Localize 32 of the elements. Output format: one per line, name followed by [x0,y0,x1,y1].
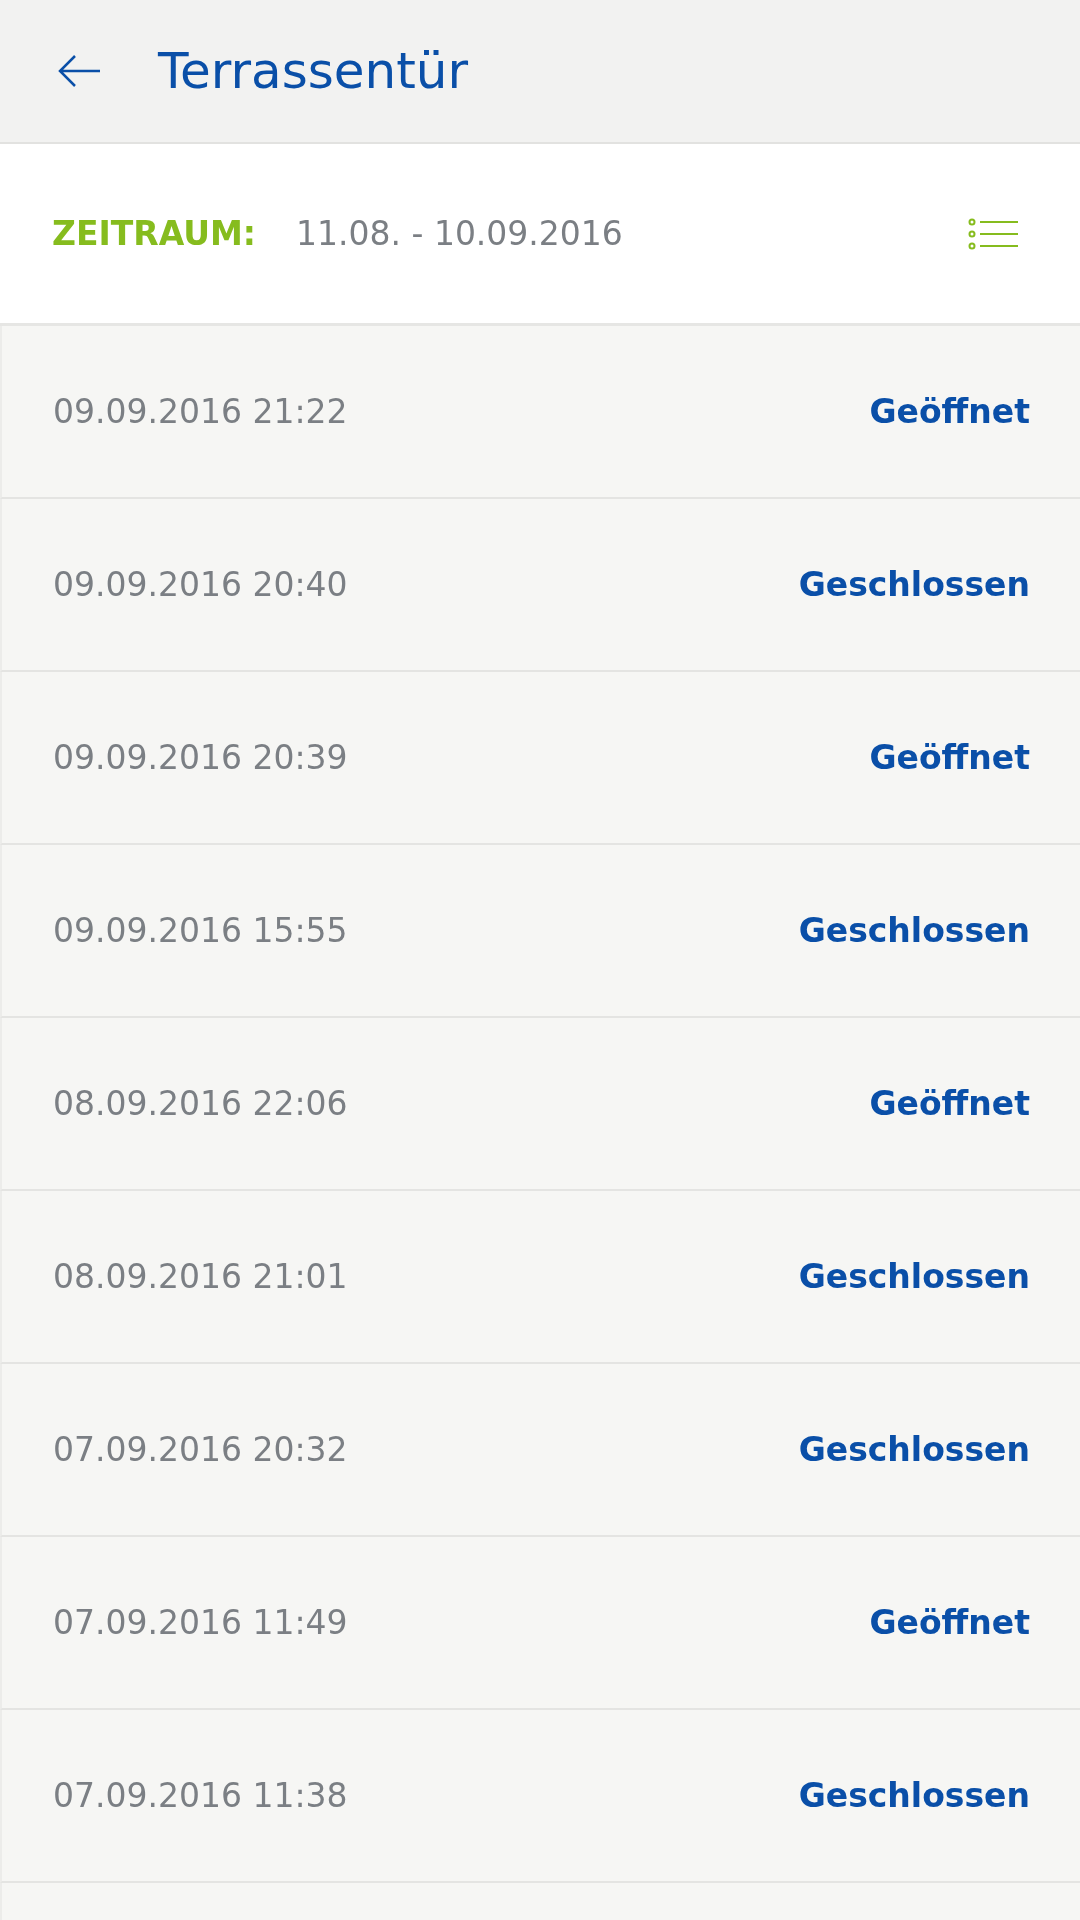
event-time: 08.09.2016 22:06 [53,1084,348,1123]
event-row[interactable]: 09.09.2016 15:55 Geschlossen [0,845,1080,1018]
event-time: 07.09.2016 11:38 [53,1776,348,1815]
event-row[interactable]: 08.09.2016 22:06 Geöffnet [0,1018,1080,1191]
event-row[interactable]: 07.09.2016 11:38 Geschlossen [0,1710,1080,1883]
event-time: 09.09.2016 20:40 [53,565,348,604]
event-status: Geöffnet [869,1603,1030,1642]
event-status: Geschlossen [798,1257,1030,1296]
period-label: ZEITRAUM: [52,214,257,253]
event-row[interactable]: 09.09.2016 20:39 Geöffnet [0,672,1080,845]
event-status: Geschlossen [798,565,1030,604]
event-row[interactable]: 09.09.2016 21:22 Geöffnet [0,326,1080,499]
event-status: Geöffnet [869,1084,1030,1123]
event-status: Geschlossen [798,911,1030,950]
event-row[interactable]: 07.09.2016 11:49 Geöffnet [0,1537,1080,1710]
event-status: Geschlossen [798,1430,1030,1469]
event-row[interactable]: 07.09.2016 20:32 Geschlossen [0,1364,1080,1537]
back-arrow-icon [58,54,102,88]
page-title: Terrassentür [158,42,469,100]
list-icon [968,217,1020,250]
event-time: 09.09.2016 20:39 [53,738,348,777]
event-status: Geöffnet [869,738,1030,777]
event-time: 09.09.2016 21:22 [53,392,348,431]
event-row[interactable]: 09.09.2016 20:40 Geschlossen [0,499,1080,672]
event-status: Geschlossen [798,1776,1030,1815]
event-time: 09.09.2016 15:55 [53,911,348,950]
period-value: 11.08. - 10.09.2016 [296,214,624,253]
event-time: 07.09.2016 11:49 [53,1603,348,1642]
event-time: 07.09.2016 20:32 [53,1430,348,1469]
event-status: Geöffnet [869,392,1030,431]
event-row[interactable]: 08.09.2016 21:01 Geschlossen [0,1191,1080,1364]
event-time: 08.09.2016 21:01 [53,1257,348,1296]
